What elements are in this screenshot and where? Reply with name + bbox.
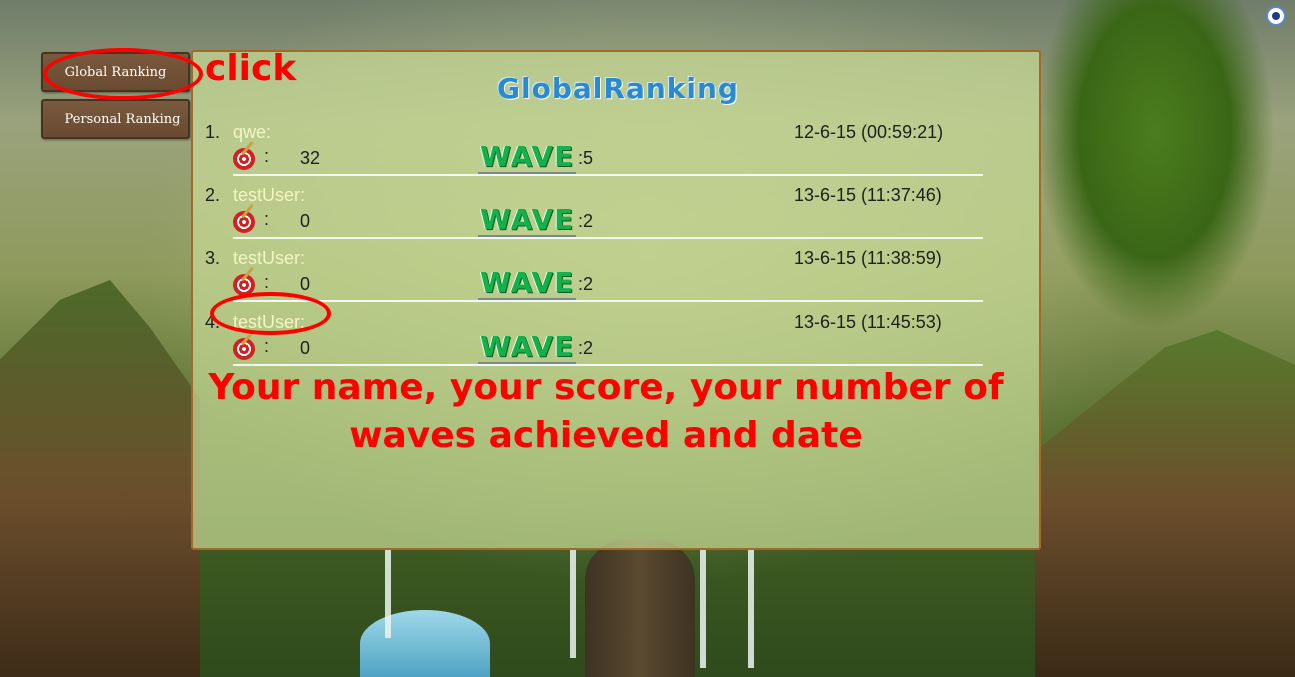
personal-ranking-button[interactable]: Personal Ranking [41,99,190,139]
entry-score: 0 [300,338,311,358]
score-colon: : [264,336,270,356]
entry-name: testUser: [233,185,306,205]
entry-name: qwe: [233,122,272,142]
personal-ranking-label: Personal Ranking [64,111,181,127]
entry-date: 13-6-15 (11:37:46) [794,185,942,205]
entry-waves: :5 [578,148,594,168]
settings-icon[interactable] [1266,6,1286,26]
ranking-entry: 3. testUser: 13-6-15 (11:38:59) : 0 WAVE… [193,240,1043,303]
score-colon: : [264,209,270,229]
entry-divider [233,174,983,176]
annotation-caption: Your name, your score, your number of wa… [191,364,1021,460]
target-dart-icon [233,211,255,233]
score-colon: : [264,272,270,292]
entry-waves: :2 [578,211,594,231]
ranking-entry: 1. qwe: 12-6-15 (00:59:21) : 32 WAVE :5 [193,114,1043,177]
entry-score: 0 [300,274,311,294]
entry-score: 0 [300,211,311,231]
annotation-caption-line2: waves achieved and date [349,415,863,456]
entry-date: 13-6-15 (11:45:53) [794,312,942,332]
annotation-click-label: click [205,48,297,89]
entry-divider [233,300,983,302]
background-tree [1035,0,1275,330]
wave-label: WAVE [478,140,577,175]
entry-date: 12-6-15 (00:59:21) [794,122,944,142]
entry-score: 32 [300,148,321,168]
annotation-ellipse-name [210,292,331,335]
ranking-entry: 2. testUser: 13-6-15 (11:37:46) : 0 WAVE… [193,177,1043,240]
entry-waves: :2 [578,338,594,358]
background-waterfall [748,548,754,668]
annotation-ellipse-global-ranking [43,48,203,100]
background-waterfall [385,548,391,638]
entry-name: testUser: [233,248,306,268]
target-dart-icon [233,148,255,170]
entry-rank: 3. [205,248,221,268]
wave-label: WAVE [478,330,577,365]
entry-waves: :2 [578,274,594,294]
background-waterfall [700,548,706,668]
entry-rank: 2. [205,185,221,205]
background-cliff-right [1035,330,1295,677]
background-water [360,610,490,677]
background-cliff-left [0,280,200,677]
entry-date: 13-6-15 (11:38:59) [794,248,942,268]
score-colon: : [264,146,270,166]
entry-rank: 1. [205,122,221,142]
entry-divider [233,237,983,239]
wave-label: WAVE [478,203,577,238]
annotation-caption-line1: Your name, your score, your number of [208,367,1004,408]
background-waterfall [570,548,576,658]
panel-title: GlobalRanking [497,72,739,105]
wave-label: WAVE [478,266,577,301]
settings-icon-dot [1272,12,1280,20]
background-tree-trunk [585,540,695,677]
target-dart-icon [233,338,255,360]
